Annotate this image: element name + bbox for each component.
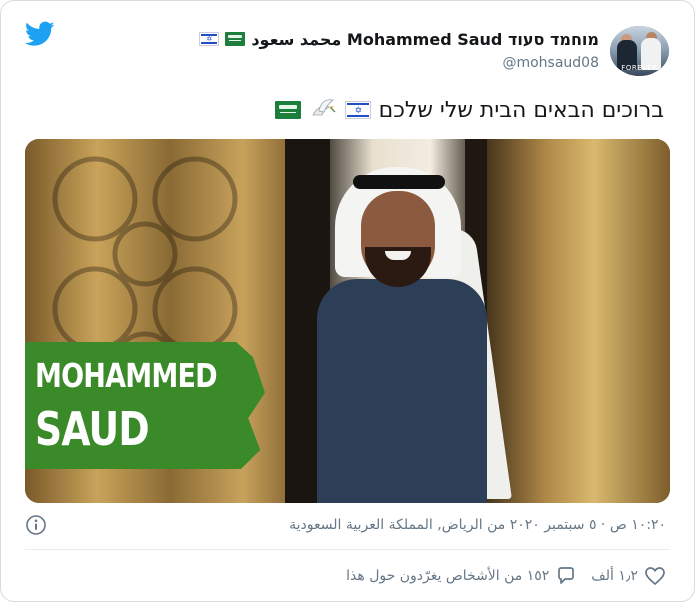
reply-action[interactable]: ١٥٢ من الأشخاص يغرّدون حول هذا: [346, 565, 577, 587]
tweet-text: ברוכים הבאים הבית שלי שלכם: [378, 97, 664, 123]
like-action[interactable]: ١٫٢ ألف: [591, 565, 666, 587]
avatar-caption: FOREVER: [621, 64, 658, 72]
heart-icon[interactable]: [644, 565, 666, 587]
tweet-text-row: ברוכים הבאים הבית שלי שלכם ✡: [274, 93, 664, 127]
israel-flag-icon: ✡: [344, 101, 371, 119]
person: [317, 279, 487, 503]
saudi-flag-icon: [225, 32, 246, 46]
banner-line-1: MOHAMMED: [35, 356, 218, 395]
timestamp-location[interactable]: ١٠:٢٠ ص · ٥ سبتمبر ٢٠٢٠ من الرياض, الممل…: [289, 517, 666, 533]
divider: [25, 549, 670, 550]
dove-icon: [311, 99, 336, 116]
info-icon[interactable]: [25, 514, 47, 536]
twitter-bird-icon[interactable]: [25, 21, 55, 47]
banner-line-2: SAUD: [35, 402, 150, 456]
name-banner: MOHAMMED SAUD: [25, 342, 265, 469]
embedded-tweet-card: FOREVER محمد سعود Mohammed Saud מוחמד סע…: [0, 0, 695, 602]
tweet-photo[interactable]: MOHAMMED SAUD: [25, 139, 670, 503]
ornate-door-right: [480, 139, 670, 503]
tweet-actions: ١٫٢ ألف ١٥٢ من الأشخاص يغرّدون حول هذا: [346, 563, 666, 589]
tweet-meta-row: ١٠:٢٠ ص · ٥ سبتمبر ٢٠٢٠ من الرياض, الممل…: [25, 510, 666, 540]
replies-summary: ١٥٢ من الأشخاص يغرّدون حول هذا: [346, 568, 550, 584]
likes-count: ١٫٢ ألف: [591, 568, 638, 584]
avatar[interactable]: FOREVER: [610, 26, 669, 76]
comment-bubble-icon[interactable]: [555, 565, 577, 587]
israel-flag-icon: ✡: [199, 32, 220, 46]
handle[interactable]: @mohsaud08: [502, 55, 599, 71]
display-name[interactable]: محمد سعود Mohammed Saud מוחמד סעוד: [251, 30, 599, 49]
saudi-flag-icon: [274, 101, 301, 119]
author-name-row[interactable]: محمد سعود Mohammed Saud מוחמד סעוד ✡: [199, 28, 599, 50]
